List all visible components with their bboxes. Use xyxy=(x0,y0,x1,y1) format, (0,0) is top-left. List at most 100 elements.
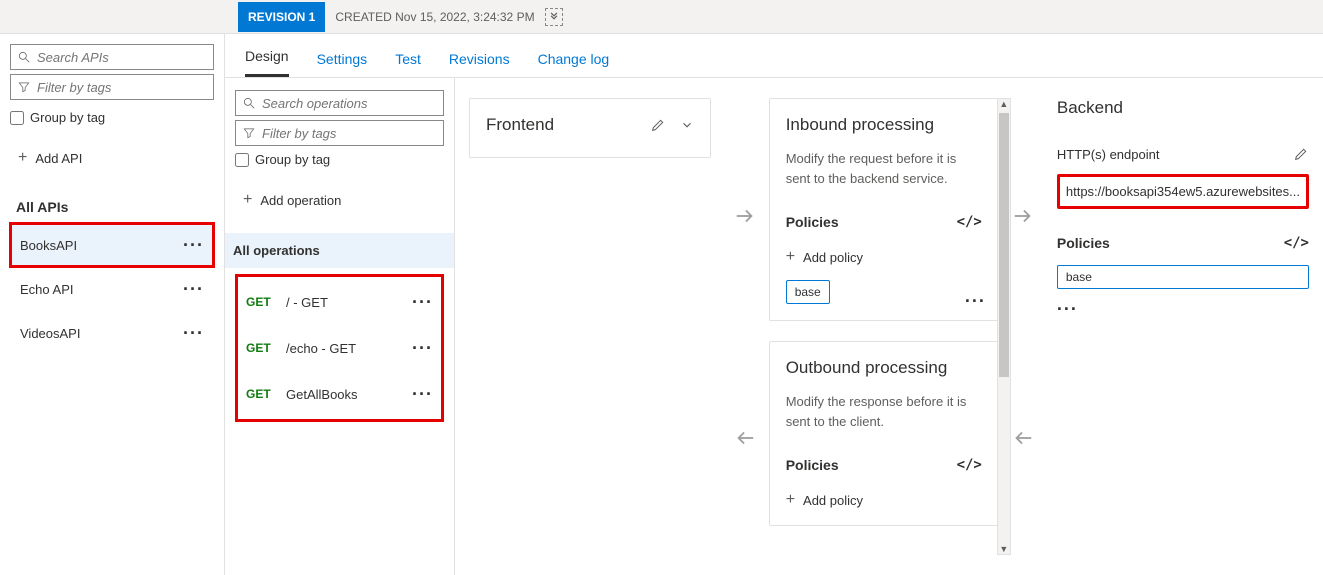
api-item-videosapi[interactable]: VideosAPI ··· xyxy=(10,311,214,355)
method-badge: GET xyxy=(246,387,274,401)
operation-name: /echo - GET xyxy=(286,341,356,356)
api-item-label: VideosAPI xyxy=(20,326,80,341)
add-policy-button[interactable]: + Add policy xyxy=(786,248,982,266)
search-icon xyxy=(242,96,256,110)
tab-revisions[interactable]: Revisions xyxy=(449,51,510,77)
revision-badge[interactable]: REVISION 1 xyxy=(238,2,325,32)
add-operation-label: Add operation xyxy=(260,193,341,208)
policies-label: Policies xyxy=(786,457,839,473)
search-operations-input[interactable] xyxy=(235,90,444,116)
all-operations-heading[interactable]: All operations xyxy=(225,233,454,268)
filter-operations-field[interactable] xyxy=(262,126,437,141)
filter-apis-field[interactable] xyxy=(37,80,207,95)
api-sidebar: Group by tag + Add API All APIs BooksAPI… xyxy=(0,34,225,575)
api-item-echoapi[interactable]: Echo API ··· xyxy=(10,267,214,311)
operation-name: / - GET xyxy=(286,295,328,310)
method-badge: GET xyxy=(246,295,274,309)
backend-column: Backend HTTP(s) endpoint https://booksap… xyxy=(1043,78,1323,575)
more-icon[interactable]: ··· xyxy=(412,384,433,405)
tab-test[interactable]: Test xyxy=(395,51,421,77)
group-by-tag-input[interactable] xyxy=(10,111,24,125)
all-apis-heading[interactable]: All APIs xyxy=(10,191,214,223)
arrow-column-left xyxy=(725,78,765,575)
more-icon[interactable]: ··· xyxy=(965,291,986,312)
search-operations-field[interactable] xyxy=(262,96,437,111)
base-policy-tag[interactable]: base xyxy=(786,280,830,304)
inbound-title: Inbound processing xyxy=(786,115,934,135)
edit-icon[interactable] xyxy=(650,117,666,133)
frontend-title: Frontend xyxy=(486,115,554,135)
plus-icon: + xyxy=(786,248,795,266)
policies-label: Policies xyxy=(1057,235,1110,251)
group-by-tag-checkbox[interactable]: Group by tag xyxy=(10,110,214,125)
inbound-subtitle: Modify the request before it is sent to … xyxy=(786,149,982,188)
plus-icon: + xyxy=(786,491,795,509)
method-badge: GET xyxy=(246,341,274,355)
add-policy-label: Add policy xyxy=(803,493,863,508)
ops-group-by-tag-label: Group by tag xyxy=(255,152,330,167)
main-tabs: Design Settings Test Revisions Change lo… xyxy=(225,34,1323,78)
outbound-title: Outbound processing xyxy=(786,358,948,378)
tab-settings[interactable]: Settings xyxy=(317,51,368,77)
filter-icon xyxy=(242,126,256,140)
ops-group-by-tag-input[interactable] xyxy=(235,153,249,167)
operation-item[interactable]: GET/echo - GET ··· xyxy=(240,325,439,371)
operation-item[interactable]: GET GetAllBooks ··· xyxy=(240,371,439,417)
operations-sidebar: Group by tag + Add operation All operati… xyxy=(225,78,455,575)
plus-icon: + xyxy=(18,149,27,167)
arrow-left-icon xyxy=(1012,427,1034,449)
add-api-button[interactable]: + Add API xyxy=(10,143,214,173)
group-by-tag-label: Group by tag xyxy=(30,110,105,125)
outbound-subtitle: Modify the response before it is sent to… xyxy=(786,392,982,431)
more-icon[interactable]: ··· xyxy=(183,279,204,300)
policies-label: Policies xyxy=(786,214,839,230)
arrow-right-icon xyxy=(1012,205,1034,227)
plus-icon: + xyxy=(243,191,252,209)
edit-icon[interactable] xyxy=(1293,146,1309,162)
filter-apis-input[interactable] xyxy=(10,74,214,100)
api-item-booksapi[interactable]: BooksAPI ··· xyxy=(10,223,214,267)
endpoint-label: HTTP(s) endpoint xyxy=(1057,147,1160,162)
inbound-panel: Inbound processing Modify the request be… xyxy=(769,98,999,321)
code-icon[interactable]: </> xyxy=(957,457,982,473)
arrow-left-icon xyxy=(734,427,756,449)
search-icon xyxy=(17,50,31,64)
operation-item[interactable]: GET / - GET ··· xyxy=(240,279,439,325)
backend-title: Backend xyxy=(1057,98,1123,118)
operations-list-highlight: GET / - GET ··· GET/echo - GET ··· GET Get… xyxy=(235,274,444,422)
scroll-down-icon[interactable]: ▼ xyxy=(998,544,1010,554)
revision-created-text: CREATED Nov 15, 2022, 3:24:32 PM xyxy=(325,10,544,24)
scrollbar[interactable]: ▲ ▼ xyxy=(997,98,1011,555)
filter-operations-input[interactable] xyxy=(235,120,444,146)
ops-group-by-tag-checkbox[interactable]: Group by tag xyxy=(235,152,444,167)
processing-column: Inbound processing Modify the request be… xyxy=(765,78,1003,575)
more-icon[interactable]: ··· xyxy=(412,338,433,359)
more-icon[interactable]: ··· xyxy=(1057,299,1309,320)
outbound-panel: Outbound processing Modify the response … xyxy=(769,341,999,526)
api-item-label: Echo API xyxy=(20,282,73,297)
expand-up-icon[interactable] xyxy=(545,8,563,26)
search-apis-input[interactable] xyxy=(10,44,214,70)
operation-name: GetAllBooks xyxy=(286,387,358,402)
add-policy-label: Add policy xyxy=(803,250,863,265)
more-icon[interactable]: ··· xyxy=(183,323,204,344)
code-icon[interactable]: </> xyxy=(1284,235,1309,251)
tab-changelog[interactable]: Change log xyxy=(538,51,610,77)
add-api-label: Add API xyxy=(35,151,82,166)
scroll-thumb[interactable] xyxy=(999,113,1009,377)
base-policy-tag[interactable]: base xyxy=(1057,265,1309,289)
tab-design[interactable]: Design xyxy=(245,48,289,77)
api-item-label: BooksAPI xyxy=(20,238,77,253)
frontend-column: Frontend xyxy=(455,78,725,575)
filter-icon xyxy=(17,80,31,94)
more-icon[interactable]: ··· xyxy=(183,235,204,256)
scroll-up-icon[interactable]: ▲ xyxy=(998,99,1010,109)
endpoint-value: https://booksapi354ew5.azurewebsites... xyxy=(1057,174,1309,209)
add-operation-button[interactable]: + Add operation xyxy=(235,185,444,215)
code-icon[interactable]: </> xyxy=(957,214,982,230)
add-policy-button[interactable]: + Add policy xyxy=(786,491,982,509)
revision-bar: REVISION 1 CREATED Nov 15, 2022, 3:24:32… xyxy=(0,0,1323,34)
search-apis-field[interactable] xyxy=(37,50,207,65)
more-icon[interactable]: ··· xyxy=(412,292,433,313)
chevron-down-icon[interactable] xyxy=(680,118,694,132)
